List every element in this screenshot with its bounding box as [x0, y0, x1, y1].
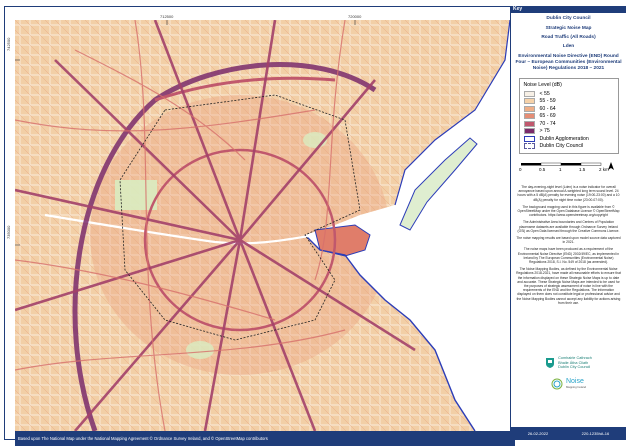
legend-item: Dublin Agglomeration: [523, 135, 614, 143]
noise-legend: Noise Level (dB) < 55 55 - 59 60 - 64 65 - …: [518, 78, 619, 154]
legend-item: < 55: [523, 90, 614, 98]
scale-bar: 0 0.5 1 1.5 2 km: [519, 160, 618, 182]
legend-label: Dublin City Council: [539, 143, 584, 150]
scale-tick-label: 2 km: [599, 167, 609, 172]
legend-item: 65 - 69: [523, 113, 614, 121]
legend-label: 55 - 59: [539, 98, 556, 105]
grid-easting-1: 712500: [160, 14, 174, 19]
directive-title: Environmental Noise Directive (END) Roun…: [515, 54, 622, 71]
map-subtitle: Road Traffic (All Roads): [541, 35, 596, 40]
legend-swatch: [523, 90, 535, 97]
legend-item: 70 - 74: [523, 120, 614, 128]
legend-label: 70 - 74: [539, 120, 556, 127]
organisation-name: Dublin City Council: [546, 16, 591, 21]
legend-label: < 55: [539, 90, 550, 97]
grid-northing-1: 742500: [6, 37, 11, 51]
scale-tick-label: 1: [559, 167, 562, 172]
scale-tick-label: 0.5: [539, 167, 546, 172]
note-paragraph: The noise mapping results are based upon…: [516, 236, 621, 245]
logos-area: Comhairle Cathrach Bhaile Átha Cliath Du…: [515, 356, 622, 416]
key-panel: Key Dublin City Council Strategic Noise …: [510, 6, 626, 440]
scale-tick-label: 0: [519, 167, 522, 172]
noise-indicator: Lden: [562, 44, 575, 49]
noise-mapping-logo: Noise Mapping Ireland: [515, 378, 622, 390]
map-canvas: [15, 20, 515, 431]
legend-title: Noise Level (dB): [523, 82, 562, 88]
map-reference: 220-1235hA-16: [581, 431, 610, 436]
note-paragraph: The Noise Mapping Bodies, as defined by …: [516, 267, 621, 305]
key-header: Key: [511, 6, 626, 13]
council-crest-icon: [546, 357, 555, 368]
legend-swatch: [523, 98, 535, 105]
legend-item: 60 - 64: [523, 105, 614, 113]
legend-label: 65 - 69: [539, 113, 556, 120]
legend-swatch: [523, 143, 535, 150]
note-paragraph: The Administrative Area boundaries and C…: [517, 220, 620, 233]
noise-logo-text: Noise: [565, 378, 584, 386]
phoenix-park: [115, 180, 157, 210]
legend-swatch: [523, 105, 535, 112]
park-south: [186, 341, 214, 359]
note-paragraph: The day-evening-night level (Lden) is a …: [517, 185, 620, 202]
note-paragraph: The background mapping used in this figu…: [517, 204, 620, 218]
note-paragraph: The noise maps have been produced as a r…: [517, 247, 620, 265]
map-date: 26-02-2022: [527, 431, 549, 436]
legend-label: Dublin Agglomeration: [539, 135, 589, 142]
panel-footer: 26-02-2022 220-1235hA-16: [511, 427, 626, 440]
noise-wave-icon: [551, 378, 563, 390]
council-logo: Comhairle Cathrach Bhaile Átha Cliath Du…: [515, 356, 622, 370]
legend-swatch: [523, 113, 535, 120]
grid-easting-2: 720000: [348, 14, 362, 19]
map-title: Strategic Noise Map: [545, 26, 592, 31]
legend-item: > 75: [523, 128, 614, 136]
legend-swatch: [523, 120, 535, 127]
legend-item: 55 - 59: [523, 98, 614, 106]
legend-swatch: [523, 128, 535, 135]
noise-logo-sub: Mapping Ireland: [565, 385, 587, 390]
legend-label: 60 - 64: [539, 105, 556, 112]
council-logo-line-1: Comhairle Cathrach: [558, 356, 592, 360]
legend-label: > 75: [539, 128, 550, 135]
legend-item: Dublin City Council: [523, 143, 614, 151]
legend-swatch: [523, 135, 535, 142]
noise-map[interactable]: [15, 20, 515, 431]
map-notes: The day-evening-night level (Lden) is a …: [511, 185, 626, 305]
map-attribution-bar: Based upon The National Map under the Na…: [15, 431, 515, 446]
scale-tick-label: 1.5: [579, 167, 586, 172]
council-logo-line-3: Dublin City Council: [558, 365, 591, 370]
grid-northing-2: 735000: [6, 225, 11, 239]
